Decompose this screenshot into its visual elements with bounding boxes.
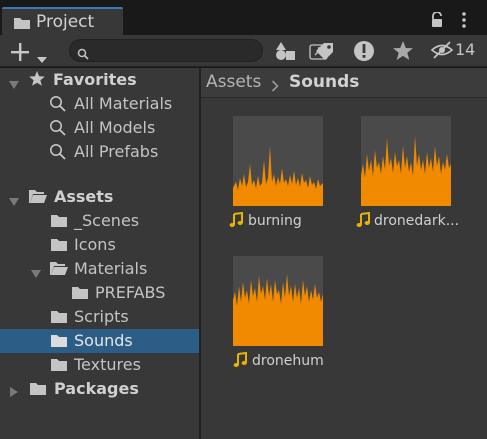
audio-note-icon [233, 351, 247, 372]
tree-item-textures[interactable]: Textures [0, 353, 199, 377]
folder-icon [50, 309, 68, 328]
tree-label: PREFABS [95, 283, 166, 302]
magnifier-icon [49, 119, 67, 141]
asset-name: dronedark... [374, 213, 460, 229]
tab-title: Project [36, 12, 95, 32]
tree-item-assets[interactable]: Assets [0, 185, 199, 209]
star-icon [28, 70, 46, 92]
asset-tile-dronehum[interactable]: dronehum [219, 256, 339, 386]
tree-label: Sounds [74, 331, 133, 350]
breadcrumb-assets[interactable]: Assets [206, 72, 261, 92]
tree-label: Textures [74, 355, 141, 374]
folder-icon [50, 333, 68, 352]
search-icon [77, 45, 89, 64]
tree-item-icons[interactable]: Icons [0, 233, 199, 257]
triangle-right-icon[interactable] [9, 383, 19, 402]
folder-icon [50, 357, 68, 376]
tree-label: Assets [54, 187, 114, 206]
tree-item-materials[interactable]: Materials [0, 257, 199, 281]
tree-item-all-prefabs[interactable]: All Prefabs [0, 140, 199, 164]
label-filter-icon[interactable] [312, 39, 338, 63]
tree-item-sounds[interactable]: Sounds [0, 329, 199, 353]
folder-icon [71, 285, 89, 304]
hidden-packages-count: 14 [455, 40, 476, 59]
tree-item-packages[interactable]: Packages [0, 377, 199, 401]
title-bar: Project [0, 0, 487, 35]
waveform-thumbnail [361, 116, 451, 206]
hidden-packages-toggle[interactable]: 14 [430, 38, 482, 62]
lock-icon[interactable] [430, 11, 444, 32]
tree-item-all-materials[interactable]: All Materials [0, 92, 199, 116]
toolbar: 14 [0, 35, 487, 67]
folder-icon [29, 381, 47, 400]
tree-label: Scripts [74, 307, 129, 326]
tree-item-favorites[interactable]: Favorites [0, 68, 199, 92]
chevron-right-icon [271, 77, 279, 96]
create-button[interactable] [8, 39, 54, 63]
asset-tile-dronedark[interactable]: dronedark... [346, 116, 466, 246]
waveform-thumbnail [233, 256, 323, 346]
tree-label: All Models [74, 118, 156, 137]
star-icon[interactable] [390, 39, 416, 63]
hidden-eye-icon [430, 40, 454, 64]
magnifier-icon [49, 143, 67, 165]
folder-tree: Favorites All Materials All Models All P… [0, 68, 199, 439]
tree-item-scripts[interactable]: Scripts [0, 305, 199, 329]
project-tab[interactable]: Project [2, 7, 123, 35]
breadcrumb-current[interactable]: Sounds [289, 72, 359, 92]
asset-tile-burning[interactable]: burning [219, 116, 339, 246]
tree-item-all-models[interactable]: All Models [0, 116, 199, 140]
tree-label: All Materials [74, 94, 173, 113]
tree-label: Materials [74, 259, 148, 278]
kebab-menu-icon[interactable] [460, 12, 468, 32]
tree-label: Packages [54, 379, 139, 398]
search-input[interactable] [92, 41, 232, 60]
tree-label: Icons [74, 235, 116, 254]
log-filter-icon[interactable] [351, 39, 377, 63]
type-filter-icon[interactable] [273, 39, 299, 63]
folder-icon [13, 15, 31, 34]
folder-icon [50, 237, 68, 256]
audio-note-icon [229, 211, 243, 232]
tree-item-scenes[interactable]: _Scenes [0, 209, 199, 233]
asset-browser: Assets Sounds burning dronedark... drone… [201, 68, 487, 439]
tree-item-prefabs[interactable]: PREFABS [0, 281, 199, 305]
tree-label: All Prefabs [74, 142, 159, 161]
tree-label: _Scenes [74, 211, 140, 230]
audio-note-icon [356, 211, 370, 232]
asset-name: burning [248, 213, 302, 229]
tree-label: Favorites [53, 70, 137, 89]
asset-name: dronehum [252, 353, 324, 369]
folder-icon [50, 213, 68, 232]
open-folder-icon [49, 261, 69, 280]
waveform-thumbnail [233, 116, 323, 206]
breadcrumb: Assets Sounds [201, 68, 487, 98]
plus-icon [10, 42, 30, 66]
search-field[interactable] [69, 39, 328, 64]
magnifier-icon [49, 95, 67, 117]
triangle-down-icon [36, 49, 48, 68]
open-folder-icon [28, 189, 48, 208]
